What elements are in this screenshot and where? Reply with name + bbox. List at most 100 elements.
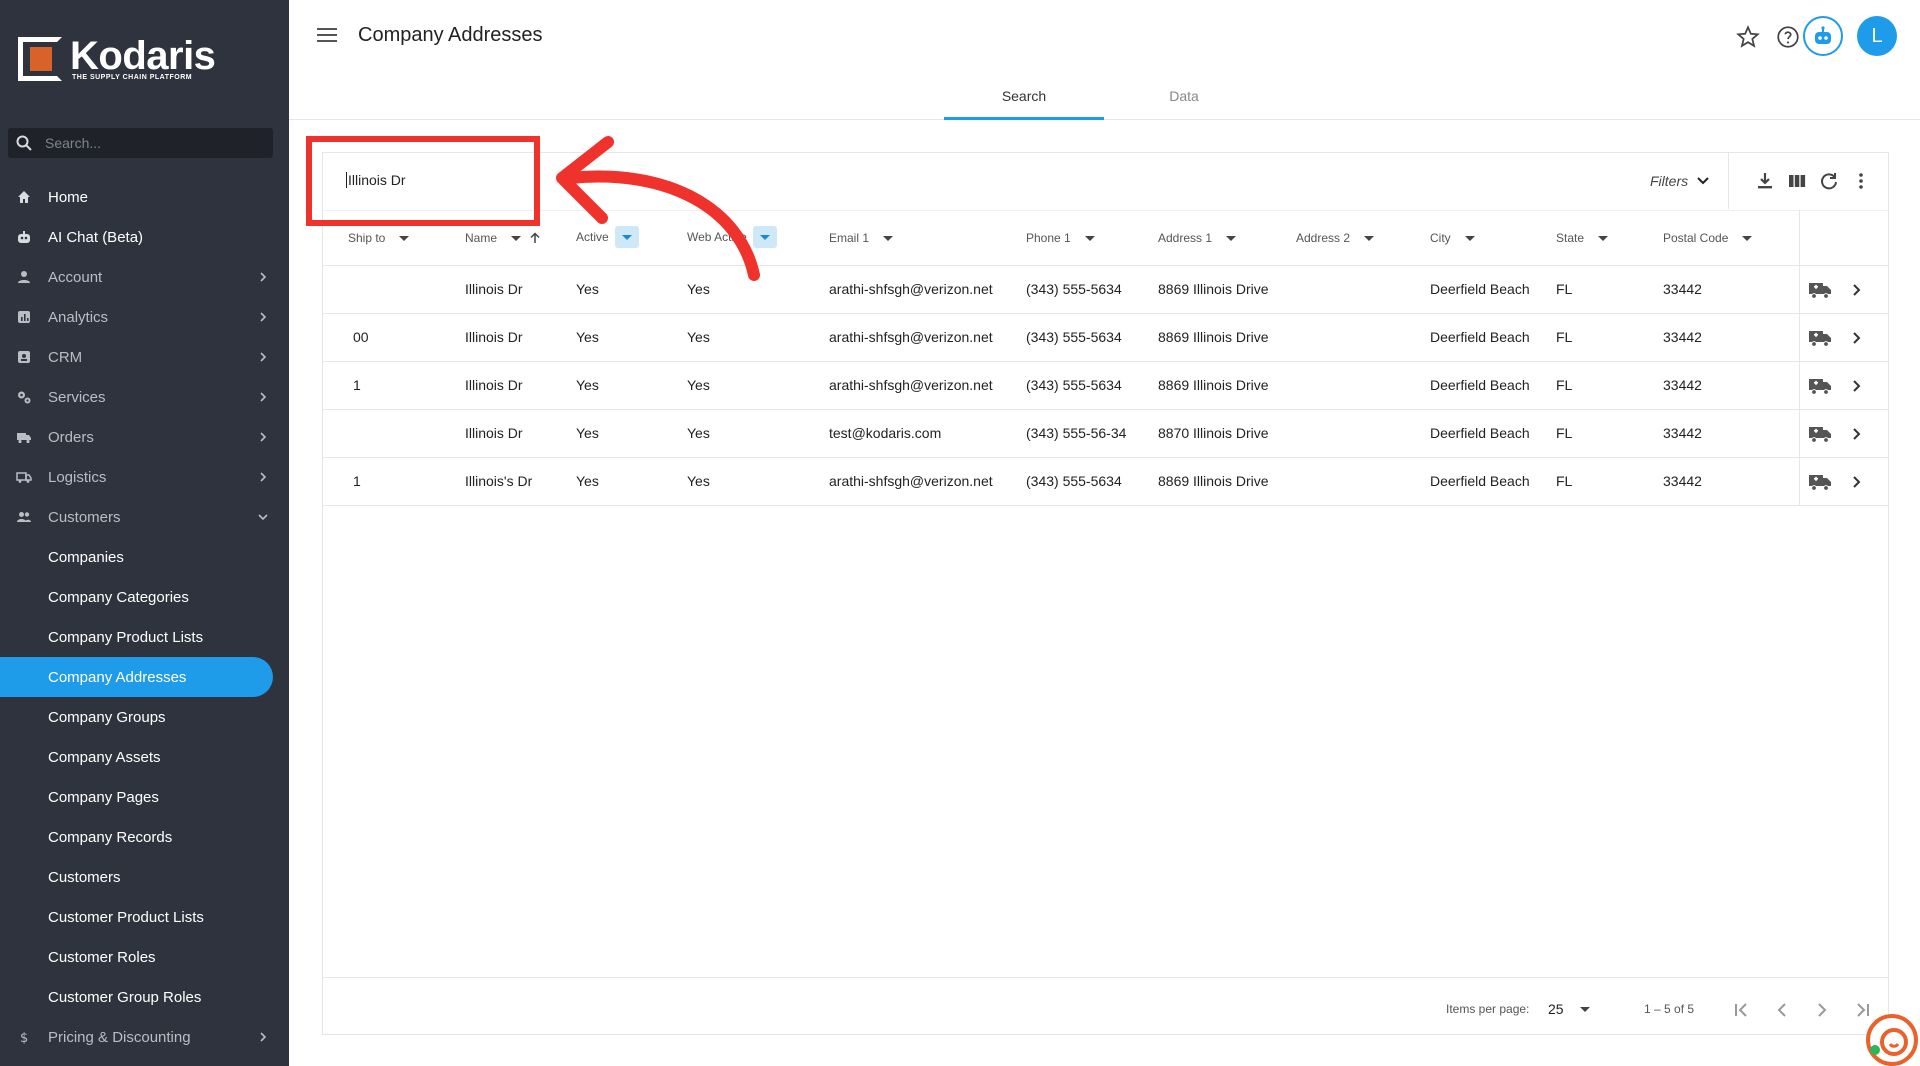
column-header-phone[interactable]: Phone 1 (1026, 231, 1095, 245)
analytics-icon (18, 311, 30, 323)
filters-label: Filters (1650, 173, 1689, 189)
cell-address-1: 8869 Illinois Drive (1158, 377, 1269, 393)
table-row[interactable]: Illinois Dr Yes Yes test@kodaris.com (34… (323, 410, 1888, 458)
caret-down-icon[interactable] (1464, 233, 1475, 243)
sidebar-subitem-customers[interactable]: Customers (0, 857, 289, 897)
chevron-right-icon[interactable] (1848, 330, 1864, 346)
caret-down-icon[interactable] (399, 233, 410, 243)
sidebar-subitem-customer-roles[interactable]: Customer Roles (0, 937, 289, 977)
table-row[interactable]: 00 Illinois Dr Yes Yes arathi-shfsgh@ver… (323, 314, 1888, 362)
sidebar-item-analytics[interactable]: Analytics (0, 297, 289, 337)
star-icon[interactable] (1735, 24, 1761, 50)
sidebar-subitem-company-product-lists[interactable]: Company Product Lists (0, 617, 289, 657)
more-vert-icon[interactable] (1851, 171, 1871, 191)
tab-data[interactable]: Data (1104, 80, 1264, 120)
chevron-right-icon[interactable] (1848, 426, 1864, 442)
sidebar-subitem-label: Customer Product Lists (48, 908, 204, 926)
shipping-address-icon[interactable] (1808, 376, 1832, 396)
sidebar-subitem-company-categories[interactable]: Company Categories (0, 577, 289, 617)
filters-button[interactable]: Filters (1650, 173, 1710, 189)
ai-assistant-button[interactable] (1803, 16, 1843, 56)
sidebar-search-input[interactable]: Search... (8, 128, 273, 158)
chevron-right-icon (260, 432, 267, 442)
menu-icon[interactable] (317, 28, 337, 44)
sidebar-item-crm[interactable]: CRM (0, 337, 289, 377)
chevron-right-icon[interactable] (1848, 474, 1864, 490)
previous-page-icon[interactable] (1772, 1000, 1792, 1020)
cell-phone: (343) 555-56-34 (1026, 425, 1127, 441)
user-avatar[interactable]: L (1857, 16, 1897, 56)
table-row[interactable]: 1 Illinois's Dr Yes Yes arathi-shfsgh@ve… (323, 458, 1888, 506)
cell-ship-to: 1 (353, 377, 361, 393)
shipping-address-icon[interactable] (1808, 424, 1832, 444)
sidebar-subitem-customer-group-roles[interactable]: Customer Group Roles (0, 977, 289, 1017)
columns-icon[interactable] (1787, 171, 1807, 191)
first-page-icon[interactable] (1732, 1000, 1752, 1020)
sidebar-subitem-company-addresses[interactable]: Company Addresses (0, 657, 273, 697)
caret-down-icon[interactable] (511, 233, 522, 243)
column-header-state[interactable]: State (1556, 231, 1609, 245)
column-header-address-2[interactable]: Address 2 (1296, 231, 1375, 245)
next-page-icon[interactable] (1812, 1000, 1832, 1020)
chevron-right-icon[interactable] (1848, 378, 1864, 394)
column-header-address-1[interactable]: Address 1 (1158, 231, 1237, 245)
sidebar-item-orders[interactable]: Orders (0, 417, 289, 457)
shipping-address-icon[interactable] (1808, 472, 1832, 492)
sidebar-item-ai-chat[interactable]: AI Chat (Beta) (0, 217, 289, 257)
caret-down-icon[interactable] (1742, 233, 1753, 243)
sidebar-subitem-company-pages[interactable]: Company Pages (0, 777, 289, 817)
actions-column-divider (1799, 210, 1800, 266)
sidebar-item-label: Home (48, 188, 89, 206)
column-header-postal-code[interactable]: Postal Code (1663, 231, 1753, 245)
cell-email: arathi-shfsgh@verizon.net (829, 281, 993, 297)
last-page-icon[interactable] (1852, 1000, 1872, 1020)
caret-down-icon[interactable] (883, 233, 894, 243)
column-header-city[interactable]: City (1430, 231, 1475, 245)
download-icon[interactable] (1755, 171, 1775, 191)
help-icon[interactable] (1775, 24, 1801, 50)
people-icon (17, 512, 31, 522)
toolbar-divider (1728, 153, 1729, 209)
support-chat-button[interactable] (1866, 1014, 1918, 1066)
sidebar-search-placeholder: Search... (45, 135, 102, 151)
column-header-ship-to[interactable]: Ship to (348, 231, 410, 245)
caret-down-icon[interactable] (1084, 233, 1095, 243)
sidebar-subitem-companies[interactable]: Companies (0, 537, 289, 577)
sidebar-item-label: Orders (48, 428, 94, 446)
cell-postal-code: 33442 (1663, 425, 1702, 441)
shipping-address-icon[interactable] (1808, 280, 1832, 300)
sidebar-item-home[interactable]: Home (0, 177, 289, 217)
sidebar-item-logistics[interactable]: Logistics (0, 457, 289, 497)
column-header-email[interactable]: Email 1 (829, 231, 894, 245)
sidebar-subitem-label: Company Assets (48, 748, 161, 766)
column-header-name[interactable]: Name (465, 231, 541, 245)
chevron-right-icon[interactable] (1848, 282, 1864, 298)
tab-search[interactable]: Search (944, 80, 1104, 120)
sidebar-item-account[interactable]: Account (0, 257, 289, 297)
robot-icon (18, 231, 30, 243)
caret-down-icon[interactable] (1598, 233, 1609, 243)
items-per-page-label: Items per page: (1446, 1002, 1530, 1016)
online-status-dot (1870, 1045, 1880, 1055)
sidebar-subitem-customer-product-lists[interactable]: Customer Product Lists (0, 897, 289, 937)
shipping-address-icon[interactable] (1808, 328, 1832, 348)
items-per-page-value: 25 (1548, 1001, 1564, 1017)
chevron-right-icon (260, 392, 267, 402)
refresh-icon[interactable] (1819, 171, 1839, 191)
kodaris-logo[interactable]: Kodaris THE SUPPLY CHAIN PLATFORM (18, 36, 216, 81)
caret-down-icon[interactable] (1364, 233, 1375, 243)
sidebar-item-label: Analytics (48, 308, 109, 326)
items-per-page-select[interactable]: 25 (1548, 1001, 1590, 1017)
caret-down-icon (1579, 1007, 1590, 1012)
sidebar-subitem-company-records[interactable]: Company Records (0, 817, 289, 857)
sidebar-item-pricing-discounting[interactable]: $ Pricing & Discounting (0, 1017, 289, 1057)
cell-phone: (343) 555-5634 (1026, 377, 1122, 393)
sidebar-subitem-company-assets[interactable]: Company Assets (0, 737, 289, 777)
sidebar-item-services[interactable]: Services (0, 377, 289, 417)
caret-down-icon[interactable] (1226, 233, 1237, 243)
table-row[interactable]: 1 Illinois Dr Yes Yes arathi-shfsgh@veri… (323, 362, 1888, 410)
sidebar-subitem-company-groups[interactable]: Company Groups (0, 697, 289, 737)
page-range: 1 – 5 of 5 (1644, 1002, 1695, 1016)
person-icon (18, 271, 30, 283)
sidebar-item-customers[interactable]: Customers (0, 497, 289, 537)
